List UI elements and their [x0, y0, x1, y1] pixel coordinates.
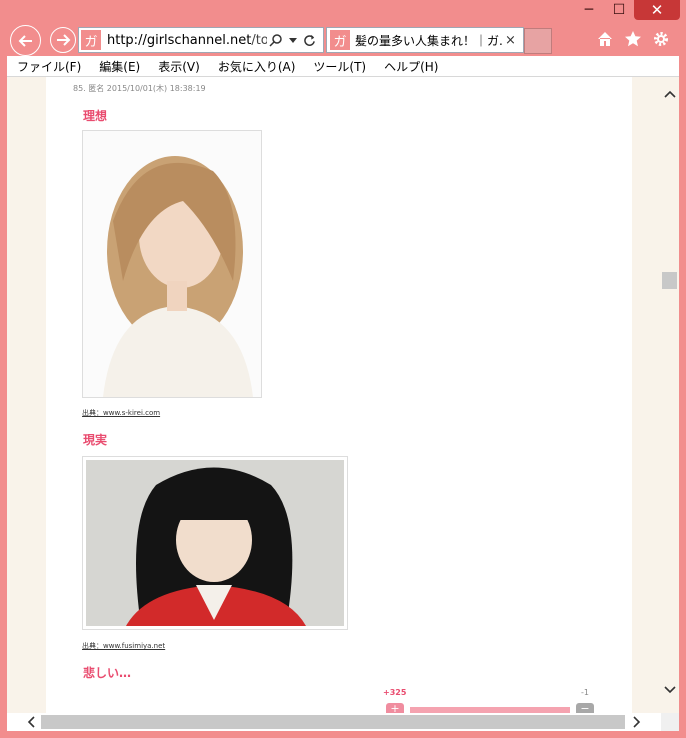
home-icon[interactable]	[596, 30, 614, 48]
label-reality: 現実	[83, 433, 108, 447]
active-tab[interactable]: ガ 髪の量多い人集まれ！｜ガ... ×	[326, 27, 524, 53]
minimize-button[interactable]: ─	[574, 0, 604, 20]
tab-favicon: ガ	[330, 30, 350, 50]
vertical-scroll-thumb[interactable]	[662, 272, 677, 289]
url-text[interactable]: http://girlschannel.net/topic	[107, 33, 267, 48]
menu-favorites[interactable]: お気に入り(A)	[218, 58, 296, 75]
scroll-left-icon[interactable]	[21, 713, 41, 731]
new-tab-button[interactable]	[524, 28, 552, 54]
scroll-right-icon[interactable]	[627, 713, 647, 731]
woman-portrait-image	[83, 131, 261, 397]
comment-card: 85. 匿名 2015/10/01(木) 18:38:19 理想 出典：www.…	[46, 77, 632, 713]
ideal-photo[interactable]	[82, 130, 262, 398]
reality-photo[interactable]	[82, 456, 348, 630]
address-bar[interactable]: ガ http://girlschannel.net/topic	[78, 27, 324, 53]
close-button[interactable]: ✕	[634, 0, 680, 20]
scroll-up-icon[interactable]	[661, 85, 679, 103]
maximize-button[interactable]: ☐	[604, 0, 634, 20]
dropdown-icon[interactable]	[289, 36, 297, 44]
vote-bar: + −	[386, 703, 596, 713]
plus-vote-count: +325	[383, 688, 407, 697]
tab-title: 髪の量多い人集まれ！｜ガ...	[355, 33, 503, 48]
menu-view[interactable]: 表示(V)	[158, 58, 200, 75]
horizontal-scroll-thumb[interactable]	[41, 715, 625, 729]
scrollbar-corner	[661, 713, 679, 731]
doll-image	[86, 460, 344, 626]
scroll-down-icon[interactable]	[661, 681, 679, 699]
tab-close-icon[interactable]: ×	[505, 33, 516, 48]
horizontal-scrollbar[interactable]	[7, 713, 679, 731]
minus-vote-button[interactable]: −	[576, 703, 594, 713]
window-caption-buttons: ─ ☐ ✕	[574, 0, 680, 22]
source-link-1[interactable]: 出典：www.s-kirei.com	[82, 408, 160, 418]
search-icon[interactable]	[269, 33, 283, 47]
vertical-scrollbar[interactable]	[661, 77, 679, 713]
menu-edit[interactable]: 編集(E)	[99, 58, 140, 75]
site-favicon: ガ	[81, 30, 101, 50]
forward-button[interactable]	[50, 27, 76, 53]
menu-help[interactable]: ヘルプ(H)	[384, 58, 438, 75]
url-host: http://girlschannel.net	[107, 32, 252, 48]
forward-arrow-icon	[57, 34, 71, 46]
menu-tools[interactable]: ツール(T)	[313, 58, 366, 75]
page-viewport: 85. 匿名 2015/10/01(木) 18:38:19 理想 出典：www.…	[7, 77, 661, 713]
back-button[interactable]	[10, 25, 41, 56]
menu-bar: ファイル(F) 編集(E) 表示(V) お気に入り(A) ツール(T) ヘルプ(…	[7, 56, 679, 77]
refresh-icon[interactable]	[303, 34, 316, 47]
settings-gear-icon[interactable]	[652, 30, 670, 48]
url-path: /topic	[251, 32, 267, 48]
comment-meta: 85. 匿名 2015/10/01(木) 18:38:19	[73, 84, 206, 93]
back-arrow-icon	[18, 34, 32, 47]
browser-window: ─ ☐ ✕ ガ http://girlschannel.net/topic ガ …	[0, 0, 686, 738]
plus-vote-button[interactable]: +	[386, 703, 404, 713]
navigation-bar: ガ http://girlschannel.net/topic ガ 髪の量多い人…	[0, 22, 686, 56]
minus-vote-count: -1	[581, 688, 589, 697]
label-ideal: 理想	[83, 109, 108, 123]
source-link-2[interactable]: 出典：www.fusimiya.net	[82, 641, 165, 651]
comment-text: 悲しい…	[83, 666, 132, 680]
menu-file[interactable]: ファイル(F)	[17, 58, 81, 75]
favorites-star-icon[interactable]	[624, 30, 642, 48]
